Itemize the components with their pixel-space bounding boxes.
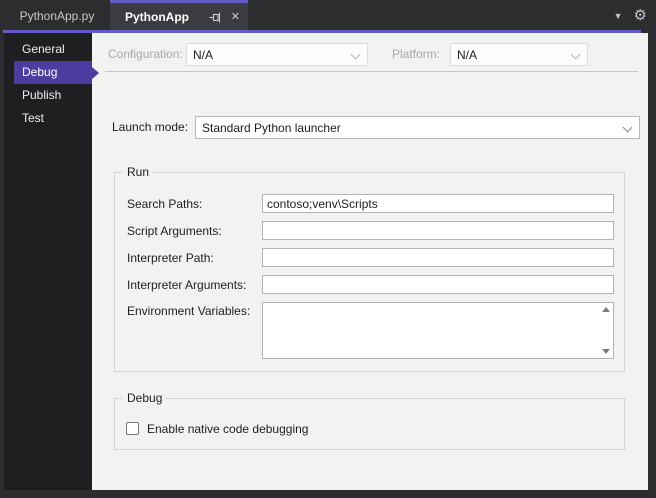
native-debug-row: Enable native code debugging <box>126 421 614 436</box>
script-arguments-label: Script Arguments: <box>127 224 262 238</box>
scrollbar[interactable] <box>598 303 613 358</box>
interpreter-arguments-label: Interpreter Arguments: <box>127 278 262 292</box>
pin-icon[interactable] <box>209 11 222 24</box>
search-paths-input[interactable] <box>262 194 614 213</box>
sidebar-item-publish[interactable]: Publish <box>4 84 92 107</box>
scroll-down-icon[interactable] <box>602 349 610 354</box>
environment-variables-row: Environment Variables: <box>127 302 614 359</box>
debug-group: Debug Enable native code debugging <box>114 398 625 450</box>
interpreter-path-row: Interpreter Path: <box>127 248 614 267</box>
run-group-legend: Run <box>123 165 153 180</box>
tab-strip-controls: ▼ ⚙ <box>614 0 647 31</box>
launch-mode-dropdown[interactable]: Standard Python launcher <box>195 116 640 139</box>
search-paths-row: Search Paths: <box>127 194 614 213</box>
chevron-down-icon <box>571 50 581 60</box>
interpreter-arguments-row: Interpreter Arguments: <box>127 275 614 294</box>
configuration-value: N/A <box>193 48 213 62</box>
platform-value: N/A <box>457 48 477 62</box>
native-debug-checkbox-label: Enable native code debugging <box>147 422 308 436</box>
sidebar-item-debug[interactable]: Debug <box>14 61 92 84</box>
chevron-down-icon <box>623 123 633 133</box>
debug-properties-page: Configuration: N/A Platform: N/A Launch … <box>92 33 648 490</box>
platform-label: Platform: <box>392 43 440 66</box>
chevron-down-icon[interactable]: ▼ <box>614 11 623 21</box>
configuration-dropdown[interactable]: N/A <box>186 43 368 66</box>
configuration-label: Configuration: <box>108 43 183 66</box>
sidebar-item-test[interactable]: Test <box>4 107 92 130</box>
native-debug-checkbox[interactable] <box>126 422 139 435</box>
interpreter-path-label: Interpreter Path: <box>127 251 262 265</box>
chevron-down-icon <box>351 50 361 60</box>
script-arguments-row: Script Arguments: <box>127 221 614 240</box>
close-icon[interactable]: ✕ <box>231 12 240 23</box>
tab-label: PythonApp.py <box>20 9 95 23</box>
scroll-up-icon[interactable] <box>602 307 610 312</box>
tab-pythonapp-py[interactable]: PythonApp.py <box>4 0 110 31</box>
gear-icon[interactable]: ⚙ <box>634 8 647 23</box>
search-paths-label: Search Paths: <box>127 197 262 211</box>
launch-mode-label: Launch mode: <box>112 116 188 139</box>
launch-mode-value: Standard Python launcher <box>202 121 341 135</box>
sidebar-item-general[interactable]: General <box>4 38 92 61</box>
interpreter-path-input[interactable] <box>262 248 614 267</box>
vs-window: { "tab_bar": { "tabs": [ { "label": "Pyt… <box>0 0 656 498</box>
tab-label: PythonApp <box>125 10 200 24</box>
platform-dropdown[interactable]: N/A <box>450 43 588 66</box>
script-arguments-input[interactable] <box>262 221 614 240</box>
tab-pythonapp-properties[interactable]: PythonApp ✕ <box>110 0 248 31</box>
environment-variables-textarea[interactable] <box>262 302 614 359</box>
debug-group-legend: Debug <box>123 391 166 406</box>
run-group: Run Search Paths: Script Arguments: Inte… <box>114 172 625 372</box>
properties-sidebar: General Debug Publish Test <box>4 33 92 490</box>
environment-variables-label: Environment Variables: <box>127 304 262 318</box>
section-divider <box>105 71 638 72</box>
interpreter-arguments-input[interactable] <box>262 275 614 294</box>
document-tab-strip: PythonApp.py PythonApp ✕ ▼ ⚙ <box>0 0 656 31</box>
